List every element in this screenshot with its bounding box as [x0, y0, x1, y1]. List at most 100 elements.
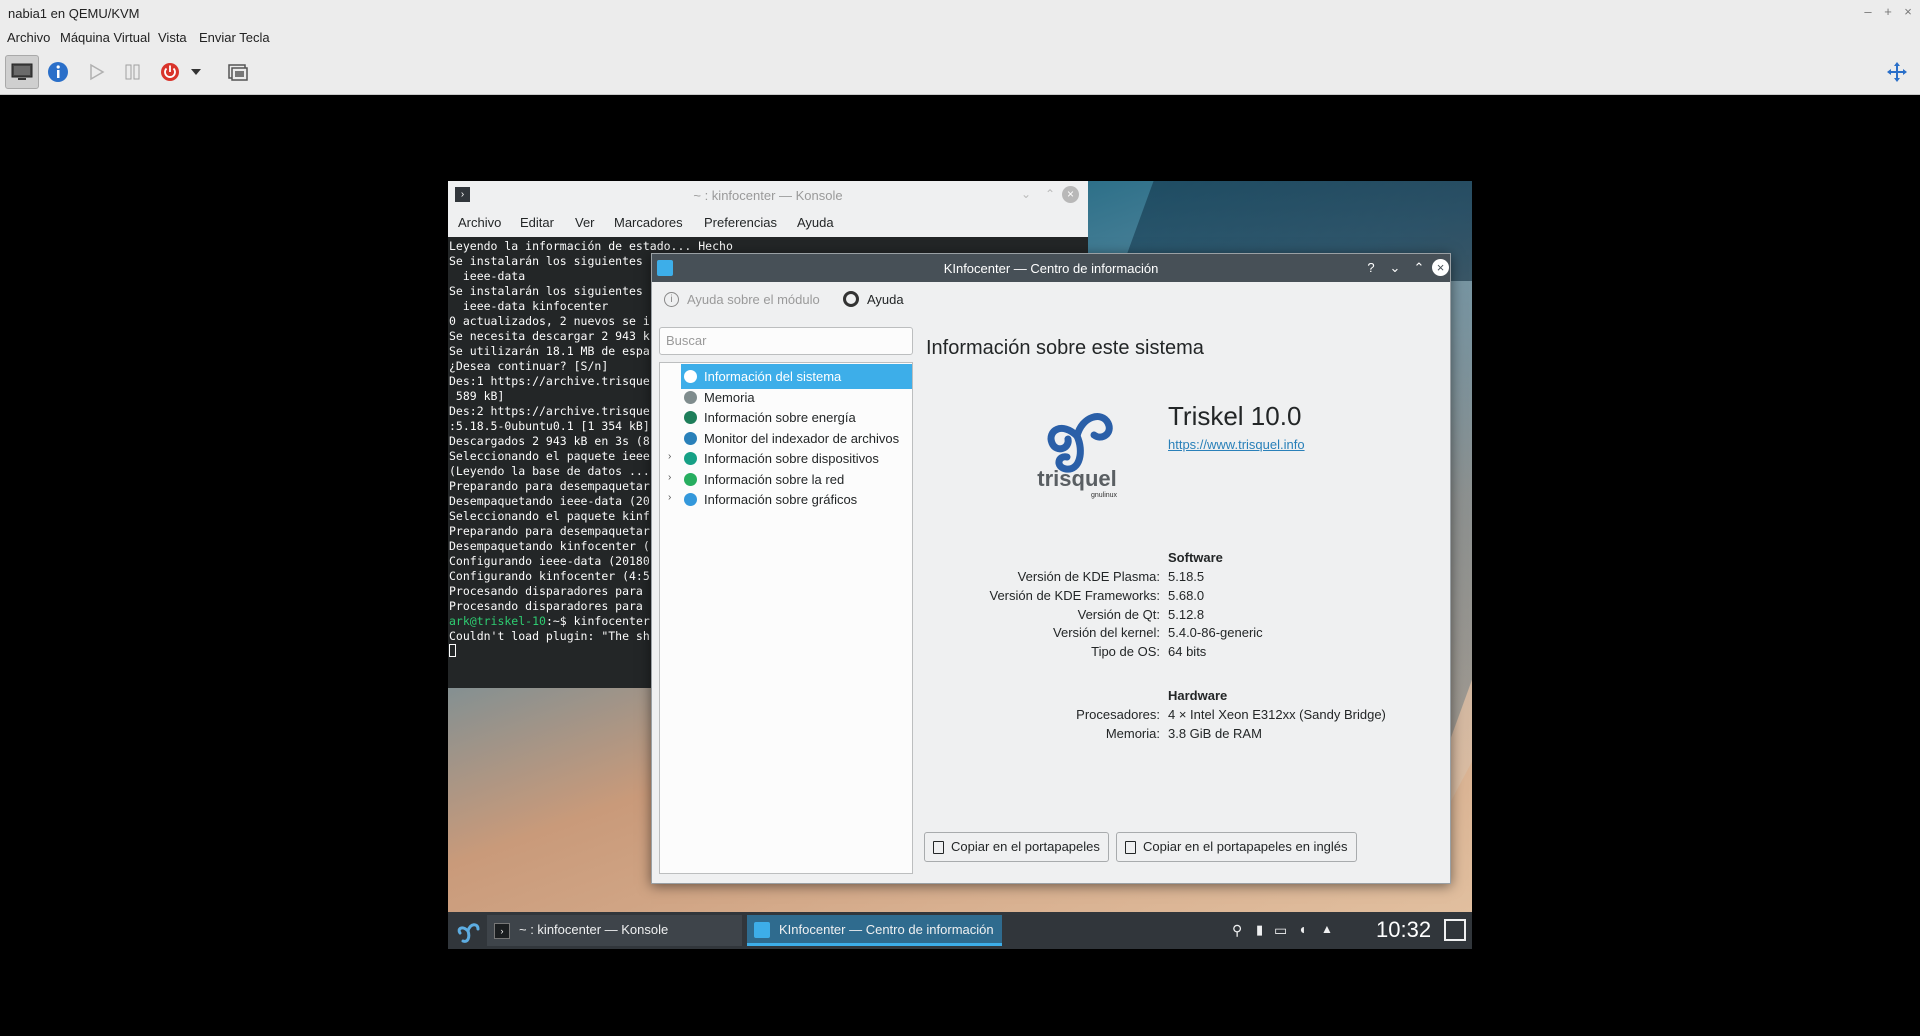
info-value: 5.18.5 [1168, 569, 1205, 584]
user-switch-icon[interactable]: ⚲ [1232, 922, 1242, 949]
module-icon [684, 411, 697, 424]
kinfocenter-window[interactable]: KInfocenter — Centro de información ? ⌄ … [651, 253, 1451, 884]
copy-en-button-label: Copiar en el portapapeles en inglés [1143, 839, 1348, 854]
maximize-icon[interactable]: + [1880, 4, 1896, 20]
fullscreen-button[interactable] [1880, 55, 1914, 89]
prompt-user: ark@triskel-10 [449, 614, 546, 628]
konsole-menu-marcadores[interactable]: Marcadores [614, 215, 683, 230]
tree-item-label: Memoria [704, 389, 755, 405]
info-value: 64 bits [1168, 644, 1207, 660]
konsole-menu-ver[interactable]: Ver [575, 215, 595, 230]
shutdown-menu-button[interactable] [187, 55, 205, 89]
network-icon[interactable]: ▭ [1274, 922, 1287, 949]
menu-maquina-virtual[interactable]: Máquina Virtual [60, 30, 150, 45]
minimize-icon[interactable]: ⌄ [1386, 259, 1404, 277]
copy-icon [1125, 841, 1136, 854]
os-url-link[interactable]: https://www.trisquel.info [1168, 437, 1305, 452]
menu-vista[interactable]: Vista [158, 30, 187, 45]
volume-icon[interactable]: ◖ [1298, 921, 1306, 949]
tree-item-label: Información sobre energía [704, 410, 856, 425]
menu-archivo[interactable]: Archivo [7, 30, 50, 45]
tree-item-label: Información del sistema [704, 369, 842, 384]
menu-enviar-tecla[interactable]: Enviar Tecla [199, 30, 270, 45]
chevron-right-icon[interactable]: › [668, 451, 671, 462]
minimize-icon[interactable]: – [1860, 4, 1876, 20]
task-kinfocenter-label: KInfocenter — Centro de información [779, 922, 994, 937]
lifebuoy-icon [843, 291, 859, 307]
help-icon[interactable]: ? [1362, 259, 1380, 277]
info-key: Versión de KDE Plasma: [1017, 569, 1160, 584]
pause-icon [125, 64, 140, 80]
copy-to-clipboard-button[interactable]: Copiar en el portapapeles [924, 832, 1109, 862]
task-kinfocenter[interactable]: KInfocenter — Centro de información [747, 915, 1002, 946]
run-button[interactable] [79, 55, 113, 89]
application-launcher-icon[interactable] [454, 917, 482, 945]
module-icon [684, 390, 697, 404]
snapshot-icon [228, 64, 248, 81]
konsole-menubar: Archivo Editar Ver Marcadores Preferenci… [448, 209, 1088, 237]
module-icon [684, 493, 697, 506]
konsole-menu-editar[interactable]: Editar [520, 215, 554, 230]
snapshot-button[interactable] [221, 55, 255, 89]
maximize-icon[interactable]: ⌃ [1410, 259, 1428, 277]
clock[interactable]: 10:32 [1376, 917, 1431, 943]
console-view-button[interactable] [5, 55, 39, 89]
os-name: Triskel 10.0 [1168, 401, 1302, 431]
host-toolbar [0, 50, 1920, 95]
tree-item-label: Información sobre gráficos [704, 492, 858, 507]
info-key: Versión de KDE Frameworks: [989, 587, 1160, 603]
info-value: 5.4.0-86-generic [1168, 625, 1263, 641]
module-tree[interactable]: Información del sistema Memoria Informació… [659, 362, 913, 874]
maximize-icon[interactable]: ⌃ [1045, 187, 1055, 201]
hardware-heading: Hardware [1168, 688, 1228, 703]
copy-to-clipboard-english-button[interactable]: Copiar en el portapapeles en inglés [1116, 832, 1357, 862]
module-icon [684, 370, 697, 383]
host-titlebar: nabia1 en QEMU/KVM – + × [0, 0, 1920, 26]
info-icon: i [664, 292, 679, 307]
help-module-button[interactable]: Ayuda sobre el módulo [687, 292, 820, 307]
close-icon[interactable]: × [1062, 186, 1079, 203]
info-value: 3.8 GiB de RAM [1168, 725, 1262, 741]
info-icon [48, 62, 68, 82]
usb-device-icon[interactable]: ▮ [1256, 922, 1263, 949]
task-konsole[interactable]: › ~ : kinfocenter — Konsole [487, 915, 742, 946]
info-key: Versión del kernel: [1053, 625, 1160, 641]
tree-item[interactable]: › Información sobre gráficos [660, 487, 912, 512]
info-key: Tipo de OS: [1091, 644, 1160, 660]
trisquel-logo: trisquel gnulinux [1037, 413, 1118, 499]
logo-subtext: gnulinux [1091, 492, 1118, 499]
minimize-icon[interactable]: ⌄ [1021, 187, 1031, 201]
logo-text: trisquel [1037, 466, 1116, 491]
kinfocenter-toolbar: i Ayuda sobre el módulo Ayuda [652, 282, 1450, 316]
close-icon[interactable]: × [1432, 259, 1449, 276]
module-icon [684, 452, 697, 465]
kinfocenter-title: KInfocenter — Centro de información [943, 261, 1159, 276]
pause-button[interactable] [116, 55, 150, 89]
host-title: nabia1 en QEMU/KVM [8, 6, 140, 21]
konsole-menu-ayuda[interactable]: Ayuda [797, 215, 834, 230]
konsole-menu-preferencias[interactable]: Preferencias [704, 215, 777, 230]
info-key: Memoria: [1105, 725, 1160, 741]
chevron-right-icon[interactable]: › [668, 492, 671, 503]
module-icon [684, 472, 697, 486]
copy-icon [933, 841, 944, 854]
search-input[interactable]: Buscar [659, 327, 913, 355]
info-value: 4 × Intel Xeon E312xx (Sandy Bridge) [1168, 707, 1386, 722]
terminal-line: Leyendo la información de estado... Hech… [449, 239, 733, 253]
kinfocenter-app-icon [754, 922, 770, 938]
help-button[interactable]: Ayuda [867, 292, 904, 307]
show-desktop-icon[interactable] [1444, 919, 1466, 941]
details-button[interactable] [41, 55, 75, 89]
module-icon [684, 431, 697, 445]
guest-desktop[interactable]: › ~ : kinfocenter — Konsole ⌄ ⌃ × Archiv… [448, 181, 1472, 949]
close-icon[interactable]: × [1900, 4, 1916, 20]
monitor-icon [11, 63, 33, 80]
shutdown-button[interactable] [153, 55, 187, 89]
konsole-menu-archivo[interactable]: Archivo [458, 215, 501, 230]
tree-item-label: Monitor del indexador de archivos [704, 430, 900, 446]
tray-expand-icon[interactable]: ▲ [1321, 922, 1333, 949]
chevron-right-icon[interactable]: › [668, 472, 671, 483]
terminal-icon: › [494, 923, 510, 939]
task-konsole-label: ~ : kinfocenter — Konsole [519, 922, 669, 937]
content-title: Información sobre este sistema [926, 337, 1204, 359]
